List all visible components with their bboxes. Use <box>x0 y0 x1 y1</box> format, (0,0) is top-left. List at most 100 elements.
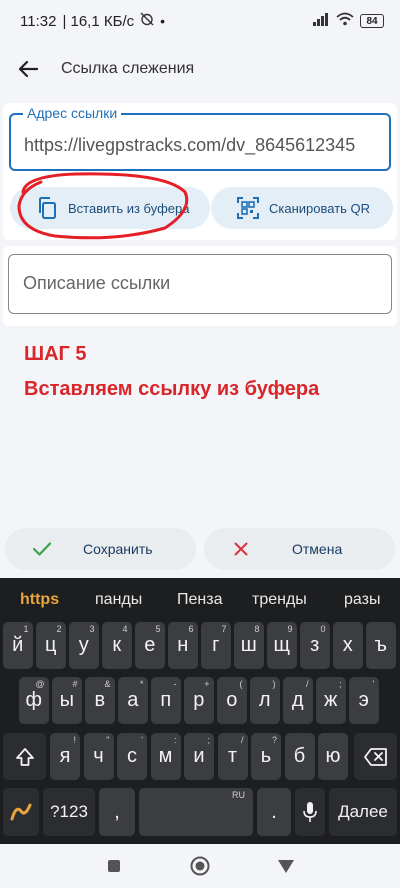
letter-key[interactable]: & в <box>85 677 115 724</box>
letter-key[interactable]: ' э <box>349 677 379 724</box>
more-notifications-icon: • <box>160 13 166 29</box>
letter-key[interactable]: 9щ <box>267 622 297 669</box>
recents-button[interactable] <box>100 852 128 880</box>
key-label: р <box>193 689 205 711</box>
home-button[interactable] <box>186 852 214 880</box>
letter-key[interactable]: ъ <box>366 622 396 669</box>
letter-key[interactable]: @ ф <box>19 677 49 724</box>
navigation-bar <box>0 844 400 888</box>
suggestion-item[interactable]: разы <box>344 591 380 609</box>
letter-key[interactable]: 2ц <box>36 622 66 669</box>
key-label: г <box>212 634 220 656</box>
link-url-field[interactable]: Адрес ссылки https://livegpstracks.com/d… <box>9 105 391 171</box>
letter-key[interactable]: / д <box>283 677 313 724</box>
enter-key[interactable]: Далее <box>329 788 397 836</box>
key-label: у <box>78 634 89 656</box>
paste-from-clipboard-button[interactable]: Вставить из буфера <box>10 187 210 229</box>
letter-key[interactable]: 3у <box>69 622 99 669</box>
key-hint: 4 <box>122 624 128 634</box>
letter-key[interactable]: 6н <box>168 622 198 669</box>
letter-key[interactable]: ) л <box>250 677 280 724</box>
letter-key[interactable]: -п <box>151 677 181 724</box>
letter-key[interactable]: б <box>284 733 315 780</box>
letter-key[interactable]: * а <box>118 677 148 724</box>
letter-key[interactable]: :м <box>150 733 181 780</box>
key-label: и <box>193 745 205 767</box>
letter-key[interactable]: ? ь <box>251 733 281 780</box>
check-icon <box>31 538 53 560</box>
backspace-key[interactable] <box>354 733 397 780</box>
key-label: а <box>127 689 139 711</box>
description-card: Описание ссылки <box>3 246 397 326</box>
swype-key[interactable] <box>3 788 39 836</box>
key-hint: * <box>139 679 144 689</box>
letter-key[interactable]: 7г <box>201 622 231 669</box>
key-label: я <box>59 745 71 767</box>
letter-key[interactable]: (о <box>217 677 247 724</box>
shift-key[interactable] <box>3 733 46 780</box>
save-button[interactable]: Сохранить <box>5 528 196 570</box>
symbols-key[interactable]: ?123 <box>43 788 95 836</box>
microphone-key[interactable] <box>295 788 325 836</box>
key-hint: ' <box>372 679 375 689</box>
back-triangle-icon <box>278 860 294 873</box>
suggestion-item[interactable]: панды <box>95 591 142 609</box>
suggestion-strip: https панды Пенза тренды разы <box>0 578 400 622</box>
suggestion-item[interactable]: Пенза <box>177 591 222 609</box>
key-hint: 7 <box>221 624 227 634</box>
letter-key[interactable]: х <box>333 622 363 669</box>
letter-key[interactable]: 0з <box>300 622 330 669</box>
close-icon <box>230 538 252 560</box>
key-label: о <box>226 689 238 711</box>
back-nav-button[interactable] <box>272 852 300 880</box>
letter-key[interactable]: " ч <box>83 733 114 780</box>
letter-key[interactable]: 4к <box>102 622 132 669</box>
letter-key[interactable]: ; ж <box>316 677 346 724</box>
key-label: д <box>291 689 304 711</box>
letter-key[interactable]: + р <box>184 677 214 724</box>
link-url-value[interactable]: https://livegpstracks.com/dv_8645612345 <box>24 135 384 156</box>
cancel-button[interactable]: Отмена <box>204 528 395 570</box>
alarm-off-icon <box>140 12 154 30</box>
period-key[interactable]: . <box>257 788 291 836</box>
description-input[interactable]: Описание ссылки <box>8 254 392 314</box>
step-label: ШАГ 5 <box>24 343 87 365</box>
letter-key[interactable]: / т <box>217 733 248 780</box>
key-hint: 6 <box>188 624 194 634</box>
letter-key[interactable]: # ы <box>52 677 82 724</box>
key-label: з <box>310 634 320 656</box>
key-label: ж <box>324 689 338 711</box>
key-hint: / <box>305 679 309 689</box>
swype-icon <box>10 803 32 821</box>
letter-key[interactable]: ' с <box>117 733 147 780</box>
key-hint: - <box>173 679 177 689</box>
suggestion-item[interactable]: https <box>20 591 59 609</box>
scan-qr-button[interactable]: Сканировать QR <box>211 187 393 229</box>
cancel-button-label: Отмена <box>292 541 343 557</box>
home-circle-icon <box>190 856 210 876</box>
suggestion-item[interactable]: тренды <box>252 591 307 609</box>
key-hint: / <box>240 735 244 745</box>
letter-key[interactable]: ! я <box>50 733 80 780</box>
comma-key[interactable]: , <box>99 788 135 836</box>
key-label: ш <box>240 634 257 656</box>
back-button[interactable] <box>0 42 56 96</box>
key-hint: ( <box>239 679 243 689</box>
letter-key[interactable]: 5е <box>135 622 165 669</box>
status-bar: 11:32 | 16,1 КБ/с • 84 <box>0 0 400 42</box>
letter-key[interactable]: ; и <box>184 733 214 780</box>
space-key[interactable]: RU <box>139 788 253 836</box>
key-label: й <box>12 634 24 656</box>
key-hint: ; <box>338 679 342 689</box>
letter-key[interactable]: ю <box>318 733 348 780</box>
letter-key[interactable]: 8ш <box>234 622 264 669</box>
save-button-label: Сохранить <box>83 541 153 557</box>
description-placeholder: Описание ссылки <box>23 273 171 293</box>
key-label: щ <box>273 634 290 656</box>
key-label: т <box>227 745 238 767</box>
letter-key[interactable]: 1й <box>3 622 33 669</box>
key-hint: 0 <box>320 624 326 634</box>
key-hint: ! <box>73 735 76 745</box>
signal-icon <box>312 12 330 30</box>
key-label: в <box>94 689 106 711</box>
